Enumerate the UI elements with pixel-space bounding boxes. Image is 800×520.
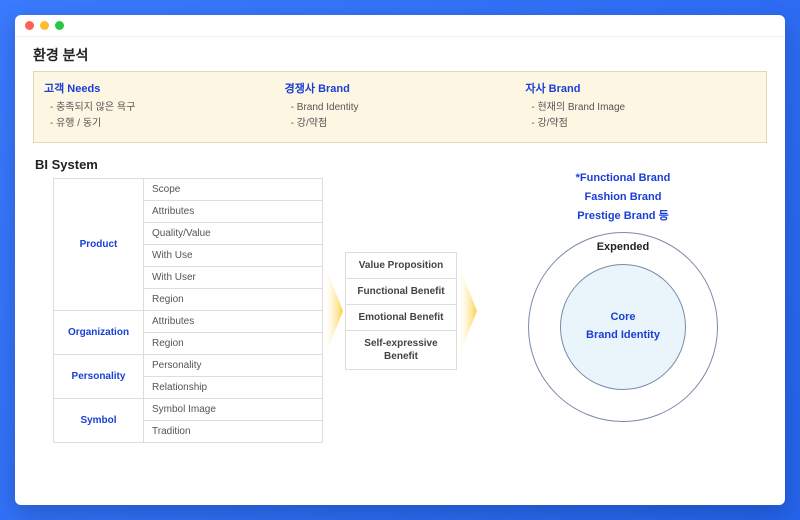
window-titlebar <box>15 15 785 37</box>
bi-cat-product: Product <box>54 179 144 311</box>
bi-cell: Tradition <box>144 421 323 443</box>
bi-cat-personality: Personality <box>54 355 144 399</box>
brand-type: Prestige Brand 등 <box>576 207 671 226</box>
bi-cell: Attributes <box>144 201 323 223</box>
env-item: - 현재의 Brand Image <box>525 100 756 116</box>
brand-type: Fashion Brand <box>576 188 671 207</box>
benefit-functional: Functional Benefit <box>345 279 457 305</box>
minimize-icon[interactable] <box>40 21 49 30</box>
bi-cell: Personality <box>144 355 323 377</box>
env-col-self: 자사 Brand - 현재의 Brand Image - 강/약점 <box>525 80 756 132</box>
bi-cat-organization: Organization <box>54 311 144 355</box>
arrow-icon <box>323 256 345 366</box>
bi-cell: Scope <box>144 179 323 201</box>
env-item: - 강/약점 <box>525 116 756 132</box>
env-title-competitor: 경쟁사 Brand <box>285 80 516 96</box>
page-title: 환경 분석 <box>33 45 767 65</box>
identity-circles: Expended Core Brand Identity <box>528 232 718 422</box>
core-label: Core <box>610 309 635 327</box>
bi-cell: Region <box>144 333 323 355</box>
benefit-value: Value Proposition <box>345 252 457 279</box>
bi-cell: Quality/Value <box>144 223 323 245</box>
env-title-customer: 고객 Needs <box>44 80 275 96</box>
benefit-self-expressive: Self-expressive Benefit <box>345 331 457 370</box>
bi-cat-symbol: Symbol <box>54 399 144 443</box>
bi-cell: Relationship <box>144 377 323 399</box>
brand-type: *Functional Brand <box>576 169 671 188</box>
brand-identity-block: *Functional Brand Fashion Brand Prestige… <box>479 199 767 421</box>
environment-analysis-box: 고객 Needs - 충족되지 않은 욕구 - 유행 / 동기 경쟁사 Bran… <box>33 71 767 143</box>
inner-circle: Core Brand Identity <box>560 264 686 390</box>
bi-cell: Region <box>144 289 323 311</box>
env-col-customer: 고객 Needs - 충족되지 않은 욕구 - 유행 / 동기 <box>44 80 275 132</box>
app-window: 환경 분석 고객 Needs - 충족되지 않은 욕구 - 유행 / 동기 경쟁… <box>15 15 785 505</box>
brand-types-list: *Functional Brand Fashion Brand Prestige… <box>576 169 671 225</box>
env-title-self: 자사 Brand <box>525 80 756 96</box>
bi-cell: Attributes <box>144 311 323 333</box>
content-area: 환경 분석 고객 Needs - 충족되지 않은 욕구 - 유행 / 동기 경쟁… <box>15 37 785 453</box>
brand-identity-label: Brand Identity <box>586 327 660 345</box>
bi-cell: With User <box>144 267 323 289</box>
bi-main-row: ProductScope Attributes Quality/Value Wi… <box>33 178 767 443</box>
env-item: - 유행 / 동기 <box>44 116 275 132</box>
bi-table: ProductScope Attributes Quality/Value Wi… <box>53 178 323 443</box>
env-col-competitor: 경쟁사 Brand - Brand Identity - 강/약점 <box>285 80 516 132</box>
bi-cell: Symbol Image <box>144 399 323 421</box>
maximize-icon[interactable] <box>55 21 64 30</box>
expended-label: Expended <box>529 241 717 253</box>
arrow-icon <box>457 256 479 366</box>
env-item: - 충족되지 않은 욕구 <box>44 100 275 116</box>
bi-cell: With Use <box>144 245 323 267</box>
env-item: - 강/약점 <box>285 116 516 132</box>
benefit-emotional: Emotional Benefit <box>345 305 457 331</box>
env-item: - Brand Identity <box>285 100 516 116</box>
close-icon[interactable] <box>25 21 34 30</box>
benefits-list: Value Proposition Functional Benefit Emo… <box>345 252 457 370</box>
